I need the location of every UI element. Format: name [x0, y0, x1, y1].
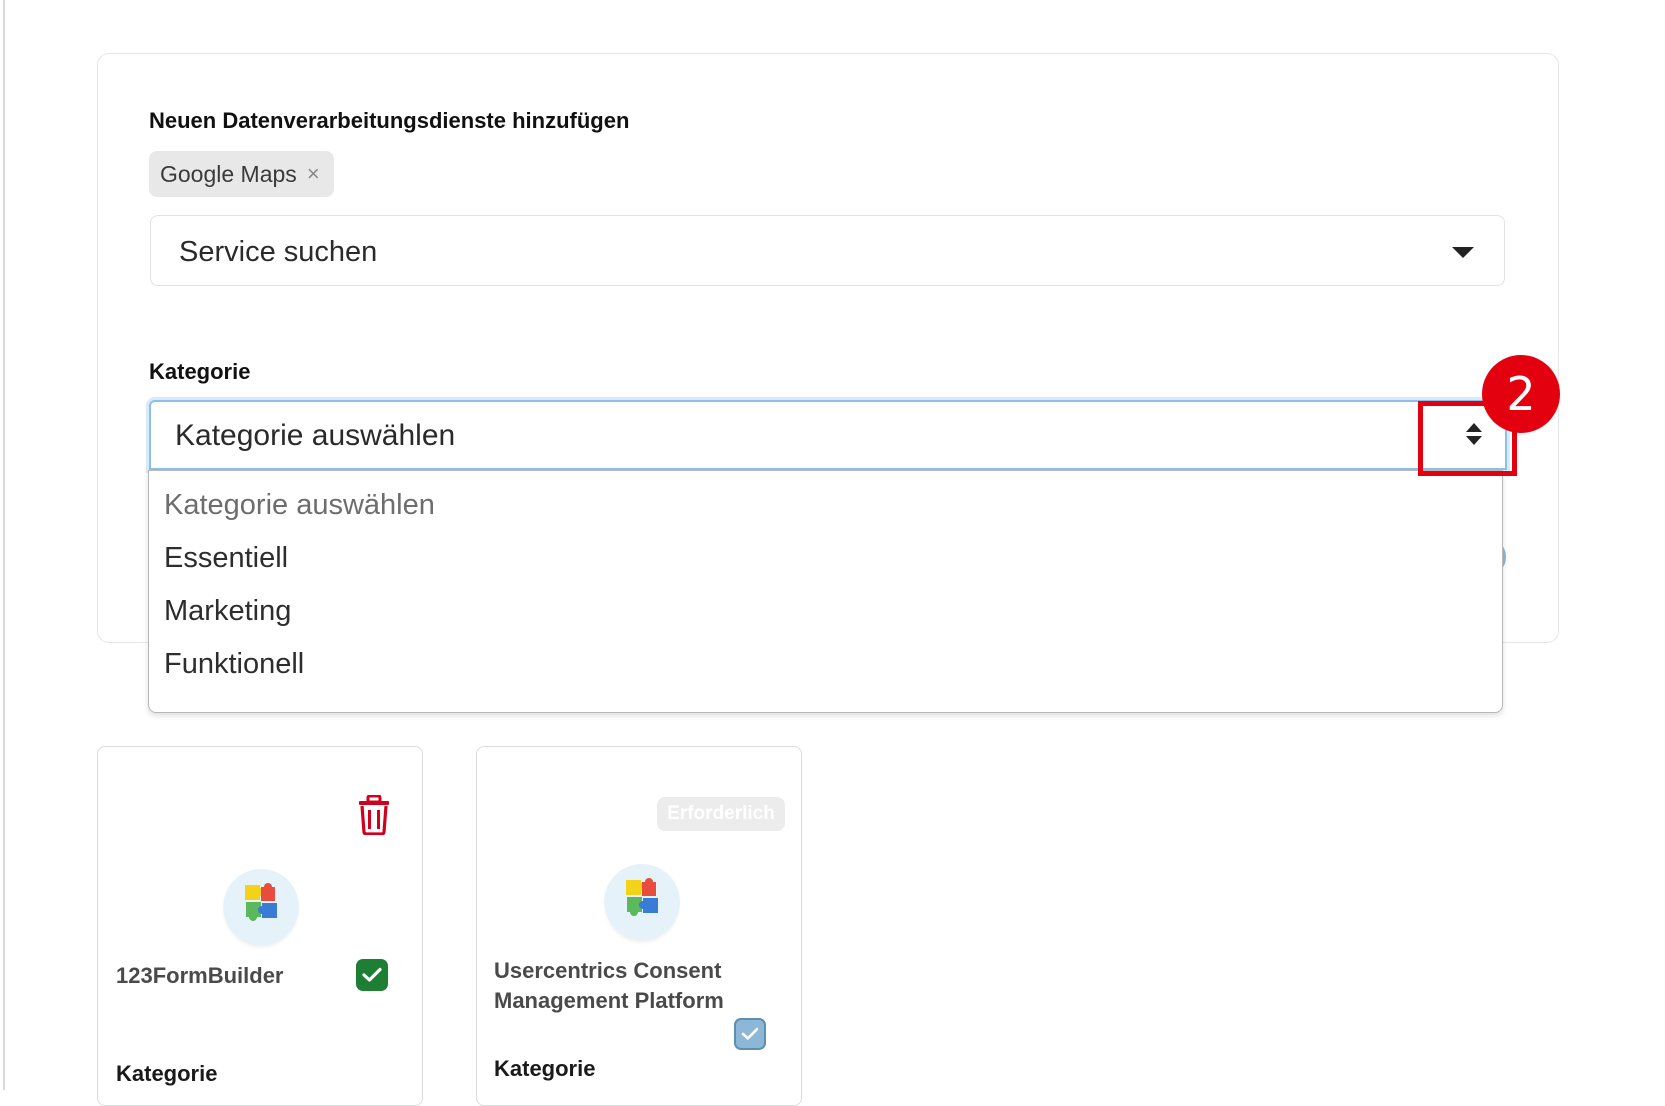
- service-search-select[interactable]: Service suchen: [150, 215, 1505, 286]
- category-select-value: Kategorie auswählen: [175, 419, 456, 452]
- category-dropdown-list: Kategorie auswählen Essentiell Marketing…: [148, 470, 1503, 713]
- chip-label: Google Maps: [160, 160, 297, 187]
- add-service-label: Neuen Datenverarbeitungsdienste hinzufüg…: [149, 108, 630, 133]
- category-option-essentiell[interactable]: Essentiell: [164, 542, 288, 575]
- card-category-label: Kategorie: [116, 1061, 218, 1086]
- category-option-marketing[interactable]: Marketing: [164, 595, 291, 628]
- puzzle-icon: [604, 864, 680, 940]
- chip-remove-icon[interactable]: ×: [307, 163, 320, 185]
- trash-icon[interactable]: [356, 795, 392, 835]
- category-option-funktionell[interactable]: Funktionell: [164, 648, 304, 681]
- service-name: 123FormBuilder: [116, 963, 284, 988]
- puzzle-icon: [223, 869, 299, 945]
- selected-service-chip: Google Maps ×: [149, 151, 334, 197]
- service-search-placeholder: Service suchen: [179, 236, 378, 268]
- checkbox-checked-icon[interactable]: [734, 1018, 766, 1050]
- left-divider: [3, 0, 5, 1090]
- category-label: Kategorie: [149, 359, 251, 384]
- card-category-label: Kategorie: [494, 1056, 596, 1081]
- service-card: 123FormBuilder Kategorie: [97, 746, 423, 1106]
- annotation-step-badge: 2: [1482, 355, 1560, 433]
- required-badge: Erforderlich: [657, 797, 785, 831]
- service-card: Erforderlich Usercentrics Consent Manage…: [476, 746, 802, 1106]
- caret-down-icon: [1452, 247, 1474, 258]
- checkbox-checked-icon[interactable]: [356, 959, 388, 991]
- service-name: Usercentrics Consent Management Platform: [494, 958, 724, 1013]
- category-select[interactable]: Kategorie auswählen: [149, 400, 1507, 470]
- category-option-placeholder[interactable]: Kategorie auswählen: [164, 489, 435, 522]
